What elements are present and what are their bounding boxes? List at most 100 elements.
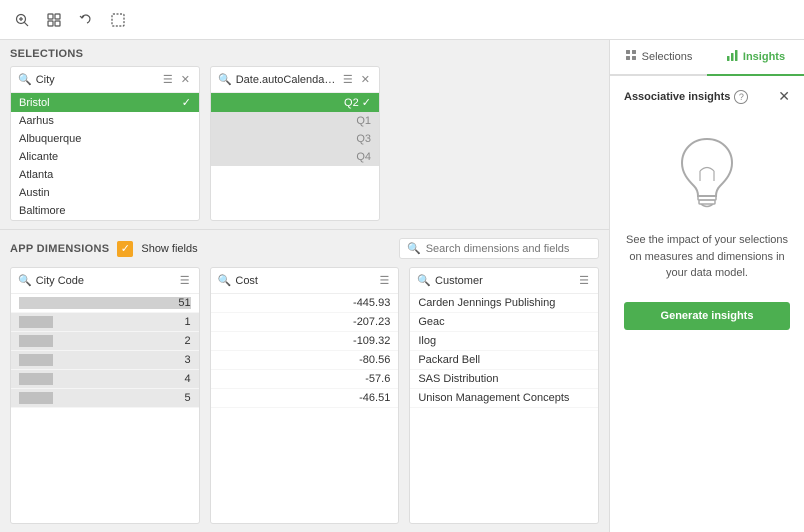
city-code-search-icon: 🔍	[18, 274, 32, 287]
selection-mode-button[interactable]	[104, 6, 132, 34]
date-item-q4[interactable]: Q4	[211, 148, 379, 166]
app-dimensions-section: App dimensions ✓ Show fields 🔍 🔍 City Co…	[0, 230, 609, 532]
city-item-austin[interactable]: Austin	[11, 184, 199, 202]
dim-cards-row: 🔍 City Code ☰ 51	[10, 267, 599, 524]
fit-page-button[interactable]	[40, 6, 68, 34]
city-code-item-1[interactable]: 1	[11, 313, 199, 332]
cost-item-2[interactable]: -207.23	[211, 313, 399, 332]
customer-item-5[interactable]: SAS Distribution	[410, 370, 598, 389]
app-dim-title: App dimensions	[10, 243, 109, 255]
city-code-bar-5	[19, 392, 53, 404]
date-filter-card: 🔍 Date.autoCalendar.... ☰ ✕ Q2 ✓ Q1	[210, 66, 380, 221]
city-filter-close-btn[interactable]: ✕	[179, 72, 192, 87]
associative-insights-title: Associative insights	[624, 91, 730, 103]
date-filter-header: 🔍 Date.autoCalendar.... ☰ ✕	[211, 67, 379, 93]
show-fields-checkbox[interactable]: ✓	[117, 241, 133, 257]
city-item-bristol-label: Bristol	[19, 97, 50, 109]
left-panel: Selections 🔍 City ☰ ✕ Bristol ✓	[0, 40, 609, 532]
city-code-menu-btn[interactable]: ☰	[178, 273, 192, 288]
customer-item-4[interactable]: Packard Bell	[410, 351, 598, 370]
city-item-atlanta[interactable]: Atlanta	[11, 166, 199, 184]
selections-label: Selections	[10, 48, 599, 60]
date-filter-menu-btn[interactable]: ☰	[341, 72, 355, 87]
generate-insights-button[interactable]: Generate insights	[624, 302, 790, 330]
city-code-item-3[interactable]: 3	[11, 351, 199, 370]
city-code-list: 51 1 2	[11, 294, 199, 523]
city-code-card: 🔍 City Code ☰ 51	[10, 267, 200, 524]
city-filter-title: City	[36, 74, 157, 86]
cost-item-3[interactable]: -109.32	[211, 332, 399, 351]
city-code-item-2[interactable]: 2	[11, 332, 199, 351]
date-search-icon: 🔍	[218, 73, 232, 86]
tab-insights-label: Insights	[743, 51, 785, 63]
selections-section: Selections 🔍 City ☰ ✕ Bristol ✓	[0, 40, 609, 230]
city-code-item-51[interactable]: 51	[11, 294, 199, 313]
selections-row: 🔍 City ☰ ✕ Bristol ✓ Aarhus	[10, 66, 599, 221]
dimensions-search-input[interactable]	[426, 243, 591, 255]
zoom-in-button[interactable]	[8, 6, 36, 34]
city-item-aarhus[interactable]: Aarhus	[11, 112, 199, 130]
insights-close-btn[interactable]: ✕	[778, 88, 790, 105]
main-layout: Selections 🔍 City ☰ ✕ Bristol ✓	[0, 40, 804, 532]
bulb-container	[672, 131, 742, 216]
date-item-q2[interactable]: Q2 ✓	[211, 93, 379, 112]
app-dim-header: App dimensions ✓ Show fields 🔍	[10, 238, 599, 259]
dimensions-search-box[interactable]: 🔍	[399, 238, 599, 259]
customer-item-1[interactable]: Carden Jennings Publishing	[410, 294, 598, 313]
city-code-item-4[interactable]: 4	[11, 370, 199, 389]
city-filter-list: Bristol ✓ Aarhus Albuquerque Alicante	[11, 93, 199, 220]
undo-button[interactable]	[72, 6, 100, 34]
insights-content: Associative insights ? ✕	[610, 76, 804, 532]
date-filter-close-btn[interactable]: ✕	[359, 72, 372, 87]
cost-item-4[interactable]: -80.56	[211, 351, 399, 370]
cost-menu-btn[interactable]: ☰	[377, 273, 391, 288]
date-filter-list: Q2 ✓ Q1 Q3 Q4	[211, 93, 379, 166]
tab-selections-label: Selections	[642, 51, 693, 63]
insights-tab-icon	[726, 49, 739, 65]
right-panel: Selections Insights Associative insights…	[609, 40, 804, 532]
date-filter-title: Date.autoCalendar....	[236, 74, 337, 86]
city-code-header: 🔍 City Code ☰	[11, 268, 199, 294]
cost-search-icon: 🔍	[218, 274, 232, 287]
city-filter-menu-btn[interactable]: ☰	[161, 72, 175, 87]
date-item-q3[interactable]: Q3	[211, 130, 379, 148]
city-item-bristol[interactable]: Bristol ✓	[11, 93, 199, 112]
city-code-bar-1	[19, 316, 53, 328]
customer-title: Customer	[435, 275, 573, 287]
customer-list: Carden Jennings Publishing Geac Ilog Pac…	[410, 294, 598, 523]
help-icon[interactable]: ?	[734, 90, 748, 104]
city-item-baltimore[interactable]: Baltimore	[11, 202, 199, 220]
panel-tabs: Selections Insights	[610, 40, 804, 76]
customer-item-6[interactable]: Unison Management Concepts	[410, 389, 598, 408]
dim-search-icon: 🔍	[407, 242, 421, 255]
show-fields-label: Show fields	[141, 243, 197, 255]
city-item-alicante[interactable]: Alicante	[11, 148, 199, 166]
cost-item-6[interactable]: -46.51	[211, 389, 399, 408]
cost-header: 🔍 Cost ☰	[211, 268, 399, 294]
tab-selections[interactable]: Selections	[610, 40, 707, 76]
cost-title: Cost	[235, 275, 373, 287]
city-filter-header: 🔍 City ☰ ✕	[11, 67, 199, 93]
cost-item-5[interactable]: -57.6	[211, 370, 399, 389]
city-code-bar-3	[19, 354, 53, 366]
cost-item-1[interactable]: -445.93	[211, 294, 399, 313]
city-code-bar-4	[19, 373, 53, 385]
city-filter-card: 🔍 City ☰ ✕ Bristol ✓ Aarhus	[10, 66, 200, 221]
customer-card: 🔍 Customer ☰ Carden Jennings Publishing …	[409, 267, 599, 524]
city-code-title: City Code	[36, 275, 174, 287]
customer-item-2[interactable]: Geac	[410, 313, 598, 332]
city-code-bar-2	[19, 335, 53, 347]
customer-item-3[interactable]: Ilog	[410, 332, 598, 351]
date-item-q1[interactable]: Q1	[211, 112, 379, 130]
lightbulb-icon	[672, 131, 742, 216]
city-item-albuquerque[interactable]: Albuquerque	[11, 130, 199, 148]
selections-tab-icon	[625, 49, 638, 65]
cost-card: 🔍 Cost ☰ -445.93 -207.23 -109.32 -80.56 …	[210, 267, 400, 524]
customer-search-icon: 🔍	[417, 274, 431, 287]
city-code-bar-51	[19, 297, 191, 309]
customer-menu-btn[interactable]: ☰	[577, 273, 591, 288]
city-code-item-5[interactable]: 5	[11, 389, 199, 408]
toolbar	[0, 0, 804, 40]
tab-insights[interactable]: Insights	[707, 40, 804, 76]
insights-title-row: Associative insights ? ✕	[624, 88, 790, 105]
